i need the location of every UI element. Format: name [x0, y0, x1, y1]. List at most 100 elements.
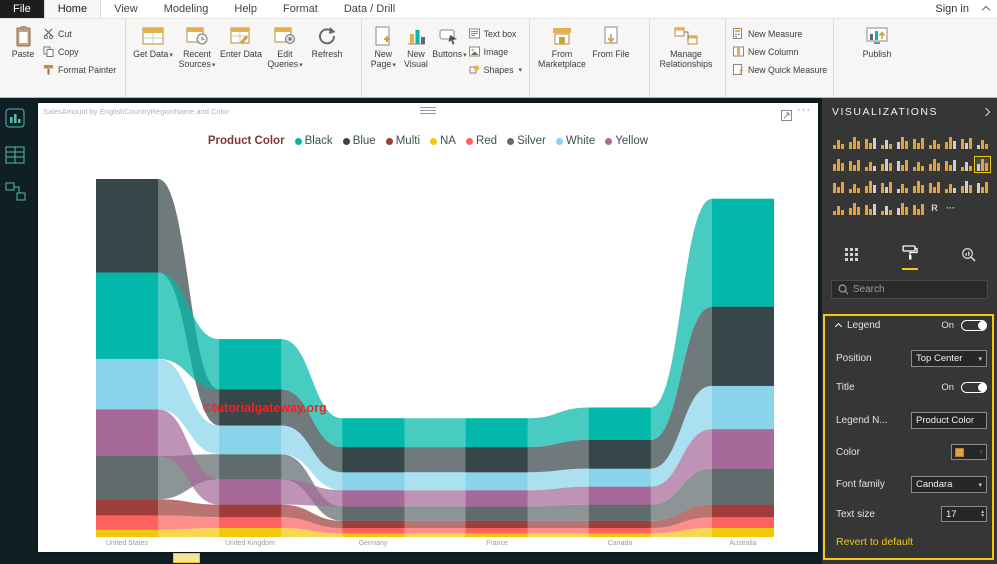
analytics-tab[interactable]: [961, 247, 976, 270]
legend-item[interactable]: Yellow: [605, 135, 648, 147]
manage-relationships-button[interactable]: Manage Relationships: [655, 22, 717, 70]
arcgis-map-icon[interactable]: [976, 180, 989, 193]
from-marketplace-button[interactable]: From Marketplace: [535, 22, 589, 70]
line-and-stacked-column-chart-icon[interactable]: [976, 136, 989, 149]
shape-map-icon[interactable]: [944, 158, 957, 171]
legend-toggle[interactable]: [961, 320, 987, 331]
new-measure-button[interactable]: New Measure: [731, 25, 829, 42]
get-data-button[interactable]: Get Data▾: [131, 22, 175, 60]
new-column-button[interactable]: New Column: [731, 43, 829, 60]
format-painter-button[interactable]: Format Painter: [41, 61, 118, 78]
treemap-icon[interactable]: [896, 158, 909, 171]
position-dropdown[interactable]: Top Center▾: [911, 350, 987, 367]
100-stacked-column-chart-icon[interactable]: [912, 136, 925, 149]
image-button[interactable]: Image: [467, 43, 524, 60]
legend-card-header[interactable]: Legend On: [836, 320, 987, 331]
python-visual-icon[interactable]: [832, 202, 845, 215]
tab-home[interactable]: Home: [44, 0, 101, 18]
stacked-bar-chart-icon[interactable]: [832, 136, 845, 149]
tab-modeling[interactable]: Modeling: [151, 0, 222, 18]
gauge-icon[interactable]: [848, 180, 861, 193]
legend-item[interactable]: Blue: [343, 135, 376, 147]
collapse-section-icon[interactable]: [835, 323, 842, 330]
decomposition-tree-icon[interactable]: [896, 202, 909, 215]
tab-help[interactable]: Help: [221, 0, 270, 18]
power-apps-icon[interactable]: [848, 202, 861, 215]
report-view-icon[interactable]: [5, 108, 25, 128]
ribbon-chart-icon[interactable]: [976, 158, 989, 171]
scatter-chart-icon[interactable]: [848, 158, 861, 171]
color-picker-dropdown[interactable]: ▾: [951, 444, 987, 460]
buttons-button[interactable]: Buttons▾: [432, 22, 466, 60]
tab-data-drill[interactable]: Data / Drill: [331, 0, 408, 18]
fields-tab[interactable]: [844, 247, 859, 270]
font-family-dropdown[interactable]: Candara▾: [911, 476, 987, 493]
shapes-button[interactable]: Shapes▾: [467, 61, 524, 78]
tab-view[interactable]: View: [101, 0, 151, 18]
filled-map-icon[interactable]: [928, 158, 941, 171]
r-script-icon[interactable]: R: [928, 202, 941, 215]
new-quick-measure-button[interactable]: New Quick Measure: [731, 61, 829, 78]
legend-item[interactable]: White: [556, 135, 595, 147]
multi-row-card-icon[interactable]: [880, 180, 893, 193]
funnel-icon[interactable]: [960, 158, 973, 171]
text-box-button[interactable]: Text box: [467, 25, 524, 42]
smart-narrative-icon[interactable]: [912, 202, 925, 215]
legend-item[interactable]: Silver: [507, 135, 546, 147]
from-file-button[interactable]: From File: [589, 22, 633, 60]
legend-item[interactable]: Black: [295, 135, 333, 147]
report-canvas[interactable]: SalesAmount by EnglishCountryRegionName …: [38, 103, 818, 552]
line-chart-icon[interactable]: [928, 136, 941, 149]
table-icon[interactable]: [928, 180, 941, 193]
sign-in-link[interactable]: Sign in: [935, 3, 969, 15]
data-view-icon[interactable]: [5, 145, 25, 165]
legend-item[interactable]: Multi: [386, 135, 420, 147]
publish-button[interactable]: Publish: [855, 22, 899, 60]
revert-to-default-link[interactable]: Revert to default: [836, 536, 913, 548]
new-visual-button[interactable]: New Visual: [400, 22, 433, 70]
recent-sources-button[interactable]: Recent Sources▾: [175, 22, 219, 70]
collapse-pane-icon[interactable]: [982, 108, 990, 116]
text-size-stepper[interactable]: ▴▾: [941, 506, 987, 522]
search-input[interactable]: [853, 284, 981, 295]
pie-chart-icon[interactable]: [864, 158, 877, 171]
spinner-down-icon[interactable]: ▾: [981, 514, 984, 518]
clustered-bar-chart-icon[interactable]: [864, 136, 877, 149]
more-options-icon[interactable]: ···: [797, 104, 811, 116]
legend-item[interactable]: NA: [430, 135, 456, 147]
ribbon-chart[interactable]: [83, 165, 803, 537]
visual-drag-handle[interactable]: [420, 105, 436, 116]
stacked-area-chart-icon[interactable]: [960, 136, 973, 149]
cut-button[interactable]: Cut: [41, 25, 118, 42]
legend-item[interactable]: Red: [466, 135, 497, 147]
matrix-icon[interactable]: [944, 180, 957, 193]
focus-mode-icon[interactable]: [781, 108, 792, 126]
donut-chart-icon[interactable]: [880, 158, 893, 171]
area-chart-icon[interactable]: [944, 136, 957, 149]
tab-format[interactable]: Format: [270, 0, 331, 18]
clustered-column-chart-icon[interactable]: [880, 136, 893, 149]
title-toggle[interactable]: [961, 382, 987, 393]
kpi-icon[interactable]: [896, 180, 909, 193]
text-size-input[interactable]: [942, 509, 970, 520]
key-influencers-icon[interactable]: [960, 180, 973, 193]
card-icon[interactable]: [864, 180, 877, 193]
enter-data-button[interactable]: Enter Data: [219, 22, 263, 60]
100-stacked-bar-chart-icon[interactable]: [896, 136, 909, 149]
format-tab[interactable]: [902, 245, 918, 270]
waterfall-chart-icon[interactable]: [832, 180, 845, 193]
qa-visual-icon[interactable]: [880, 202, 893, 215]
copy-button[interactable]: Copy: [41, 43, 118, 60]
paginated-report-icon[interactable]: [864, 202, 877, 215]
legend-name-input[interactable]: [911, 412, 987, 429]
more-visuals-icon[interactable]: ···: [944, 202, 957, 215]
map-icon[interactable]: [912, 158, 925, 171]
edit-queries-button[interactable]: Edit Queries▾: [263, 22, 307, 70]
stacked-column-chart-icon[interactable]: [848, 136, 861, 149]
new-page-button[interactable]: New Page▾: [367, 22, 400, 70]
paste-button[interactable]: Paste: [5, 22, 41, 60]
model-view-icon[interactable]: [5, 182, 25, 202]
line-and-clustered-column-chart-icon[interactable]: [832, 158, 845, 171]
refresh-button[interactable]: Refresh: [307, 22, 347, 60]
slicer-icon[interactable]: [912, 180, 925, 193]
